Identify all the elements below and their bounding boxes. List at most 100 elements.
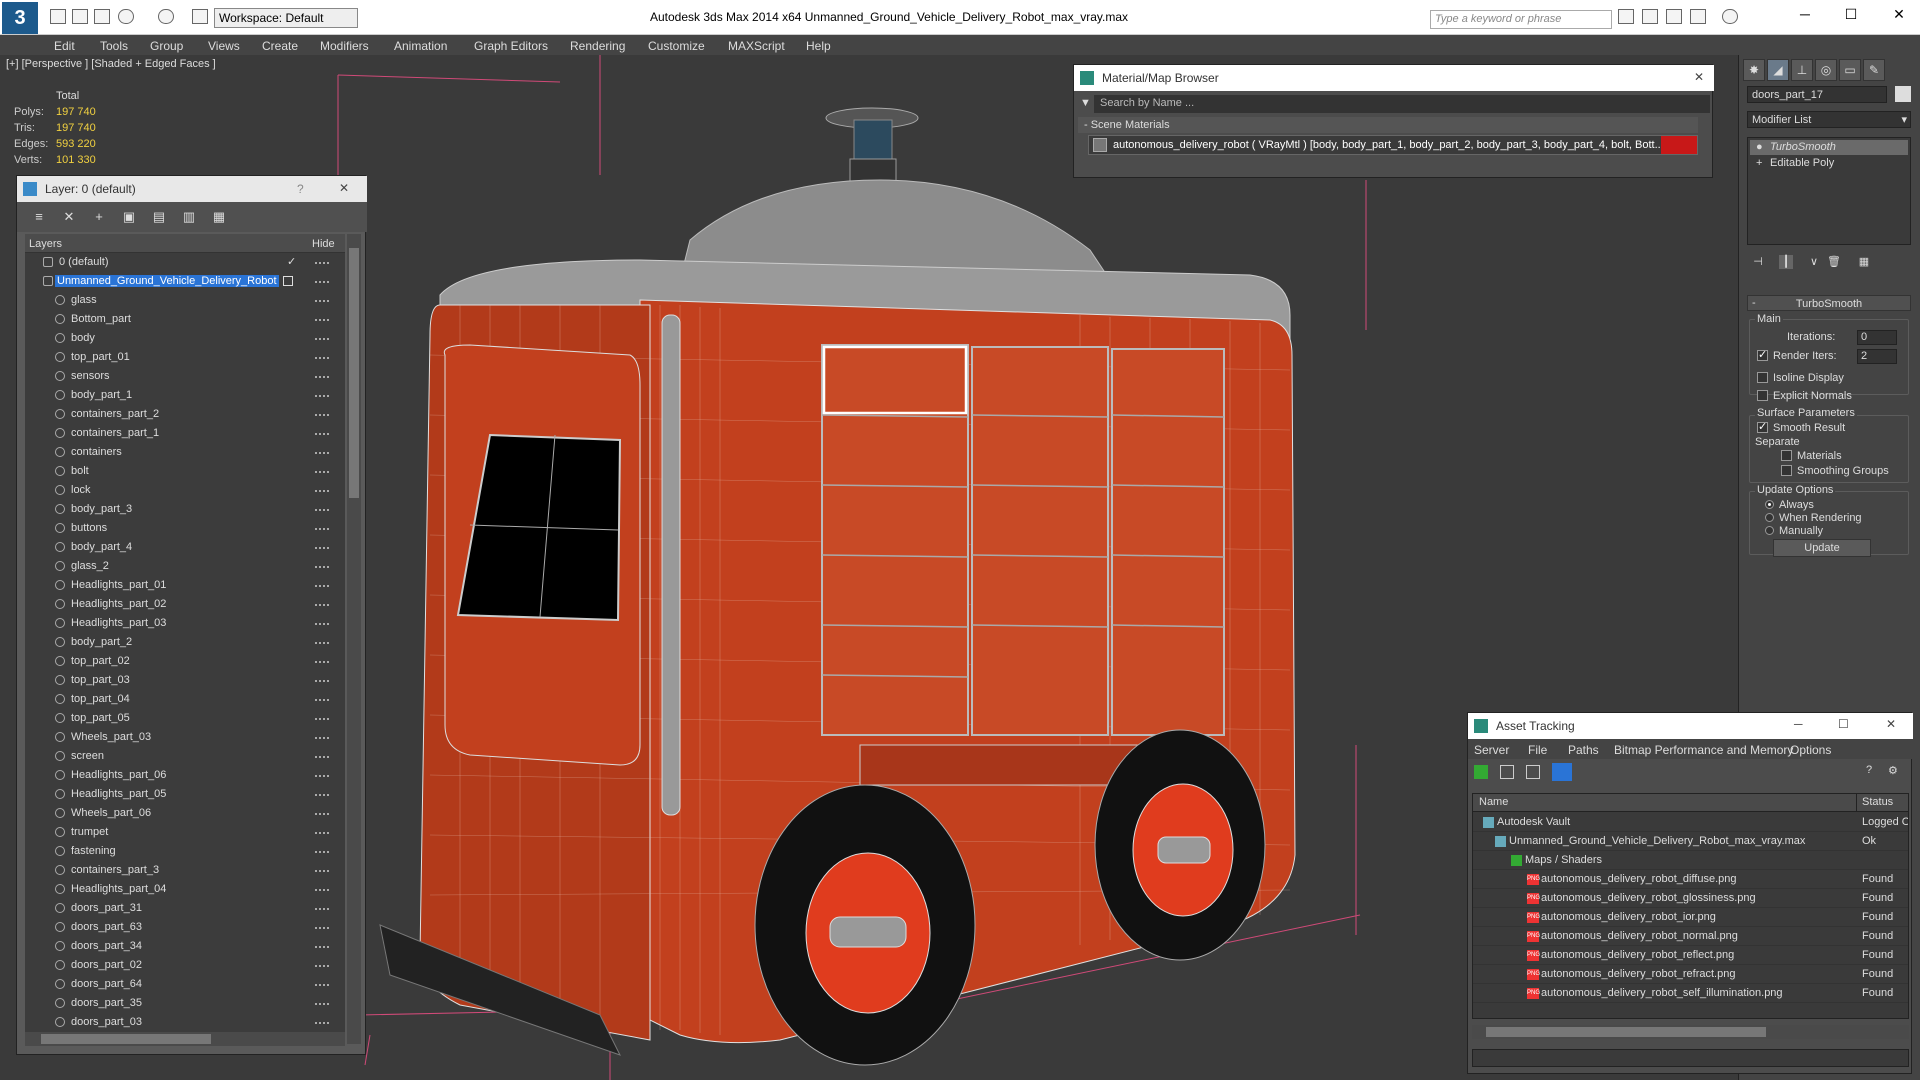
hide-toggle[interactable] xyxy=(315,414,329,416)
layer-object-row[interactable]: body_part_1 xyxy=(25,386,345,405)
materials-checkbox[interactable] xyxy=(1781,450,1792,461)
hide-toggle[interactable] xyxy=(315,680,329,682)
asset-row[interactable]: PNG autonomous_delivery_robot_reflect.png… xyxy=(1473,946,1908,965)
communication-icon[interactable] xyxy=(1666,9,1682,24)
asset-menu-options[interactable]: Options xyxy=(1790,743,1831,757)
layer-object-row[interactable]: body_part_2 xyxy=(25,633,345,652)
layer-object-row[interactable]: Headlights_part_01 xyxy=(25,576,345,595)
menu-edit[interactable]: Edit xyxy=(54,39,75,53)
hide-toggle[interactable] xyxy=(315,547,329,549)
layer-object-row[interactable]: buttons xyxy=(25,519,345,538)
hide-toggle[interactable] xyxy=(315,813,329,815)
asset-row[interactable]: PNG autonomous_delivery_robot_diffuse.png… xyxy=(1473,870,1908,889)
modifier-list-dropdown[interactable]: Modifier List ▾ xyxy=(1747,111,1911,128)
layer-help-button[interactable]: ? xyxy=(297,182,304,196)
layer-close-button[interactable]: ✕ xyxy=(339,181,349,195)
manually-radio[interactable] xyxy=(1765,526,1774,535)
highlight-layer-icon[interactable]: ▤ xyxy=(151,210,167,224)
hide-toggle[interactable] xyxy=(315,851,329,853)
hide-toggle[interactable] xyxy=(315,452,329,454)
asset-row[interactable]: Autodesk Vault Logged O xyxy=(1473,813,1908,832)
iterations-spinner[interactable]: 0 xyxy=(1857,330,1897,345)
project-folder-icon[interactable] xyxy=(192,9,208,24)
hide-toggle[interactable] xyxy=(315,832,329,834)
menu-maxscript[interactable]: MAXScript xyxy=(728,39,785,53)
show-end-result-icon[interactable]: ┃ xyxy=(1779,255,1793,269)
layer-object-row[interactable]: doors_part_63 xyxy=(25,918,345,937)
help-icon[interactable] xyxy=(1722,9,1738,24)
scroll-thumb[interactable] xyxy=(1486,1027,1766,1037)
scroll-thumb[interactable] xyxy=(41,1034,211,1044)
asset-tracking-title-bar[interactable]: Asset Tracking ─ ☐ ✕ xyxy=(1468,713,1913,739)
asset-row[interactable]: PNG autonomous_delivery_robot_normal.png F… xyxy=(1473,927,1908,946)
tree-view-icon[interactable] xyxy=(1526,765,1540,779)
hide-toggle[interactable] xyxy=(315,870,329,872)
hide-toggle[interactable] xyxy=(315,471,329,473)
hide-toggle[interactable] xyxy=(315,794,329,796)
hide-toggle[interactable] xyxy=(315,623,329,625)
layer-object-row[interactable]: Headlights_part_05 xyxy=(25,785,345,804)
motion-tab-icon[interactable]: ◎ xyxy=(1815,59,1837,81)
explicit-normals-checkbox[interactable] xyxy=(1757,390,1768,401)
subscription-icon[interactable] xyxy=(1642,9,1658,24)
table-view-icon[interactable] xyxy=(1552,763,1572,781)
asset-row[interactable]: Unmanned_Ground_Vehicle_Delivery_Robot_m… xyxy=(1473,832,1908,851)
layer-row-robot[interactable]: Unmanned_Ground_Vehicle_Delivery_Robot xyxy=(25,272,345,291)
asset-row[interactable]: PNG autonomous_delivery_robot_ior.png Foun… xyxy=(1473,908,1908,927)
object-name-field[interactable]: doors_part_17 xyxy=(1747,86,1887,103)
hide-toggle[interactable] xyxy=(315,642,329,644)
hide-toggle[interactable] xyxy=(315,395,329,397)
layer-object-row[interactable]: screen xyxy=(25,747,345,766)
render-iters-spinner[interactable]: 2 xyxy=(1857,349,1897,364)
asset-menu-bitmap-performance[interactable]: Bitmap Performance and Memory xyxy=(1614,743,1793,757)
layer-object-row[interactable]: containers_part_3 xyxy=(25,861,345,880)
menu-rendering[interactable]: Rendering xyxy=(570,39,625,53)
remove-modifier-icon[interactable]: 🗑 xyxy=(1827,255,1841,269)
undo-icon[interactable] xyxy=(118,9,134,24)
layer-object-row[interactable]: containers_part_2 xyxy=(25,405,345,424)
menu-help[interactable]: Help xyxy=(806,39,831,53)
stack-item-editable-poly[interactable]: + Editable Poly xyxy=(1750,156,1908,171)
asset-maximize-button[interactable]: ☐ xyxy=(1838,717,1849,731)
expand-icon[interactable]: + xyxy=(1756,157,1762,169)
hide-toggle[interactable] xyxy=(315,509,329,511)
layer-object-row[interactable]: Bottom_part xyxy=(25,310,345,329)
layer-object-row[interactable]: body xyxy=(25,329,345,348)
material-browser-close-button[interactable]: ✕ xyxy=(1694,70,1704,84)
hide-toggle[interactable] xyxy=(315,357,329,359)
asset-horizontal-scrollbar[interactable] xyxy=(1472,1025,1909,1039)
asset-menu-file[interactable]: File xyxy=(1528,743,1547,757)
hide-toggle[interactable] xyxy=(315,699,329,701)
favorites-star-icon[interactable] xyxy=(1690,9,1706,24)
close-button[interactable]: ✕ xyxy=(1884,6,1914,23)
maximize-button[interactable]: ☐ xyxy=(1836,6,1866,23)
col-layers[interactable]: Layers xyxy=(29,238,62,250)
hide-toggle[interactable] xyxy=(315,775,329,777)
layer-object-row[interactable]: trumpet xyxy=(25,823,345,842)
layer-object-row[interactable]: sensors xyxy=(25,367,345,386)
make-unique-icon[interactable]: ∨ xyxy=(1807,255,1821,269)
isoline-checkbox[interactable] xyxy=(1757,372,1768,383)
hide-toggle[interactable] xyxy=(315,661,329,663)
layer-vertical-scrollbar[interactable] xyxy=(347,234,361,1044)
asset-row[interactable]: PNG autonomous_delivery_robot_self_illumi… xyxy=(1473,984,1908,1003)
hide-toggle[interactable] xyxy=(315,376,329,378)
hide-toggle[interactable] xyxy=(315,433,329,435)
col-hide[interactable]: Hide xyxy=(312,238,335,250)
hide-toggle[interactable] xyxy=(315,908,329,910)
layer-object-row[interactable]: body_part_4 xyxy=(25,538,345,557)
layer-row-default[interactable]: 0 (default) ✓ xyxy=(25,253,345,272)
update-button[interactable]: Update xyxy=(1773,539,1871,557)
asset-minimize-button[interactable]: ─ xyxy=(1794,717,1803,731)
add-to-layer-icon[interactable]: + xyxy=(91,210,107,224)
viewport-label[interactable]: [+] [Perspective ] [Shaded + Edged Faces… xyxy=(6,58,216,70)
menu-create[interactable]: Create xyxy=(262,39,298,53)
hide-all-icon[interactable]: ▥ xyxy=(181,210,197,224)
layer-object-row[interactable]: top_part_02 xyxy=(25,652,345,671)
layer-object-row[interactable]: glass xyxy=(25,291,345,310)
scene-materials-group[interactable]: - Scene Materials xyxy=(1078,117,1698,133)
layer-object-row[interactable]: Headlights_part_03 xyxy=(25,614,345,633)
hide-toggle[interactable] xyxy=(315,585,329,587)
refresh-icon[interactable] xyxy=(1474,765,1488,779)
hide-toggle[interactable] xyxy=(315,1022,329,1024)
